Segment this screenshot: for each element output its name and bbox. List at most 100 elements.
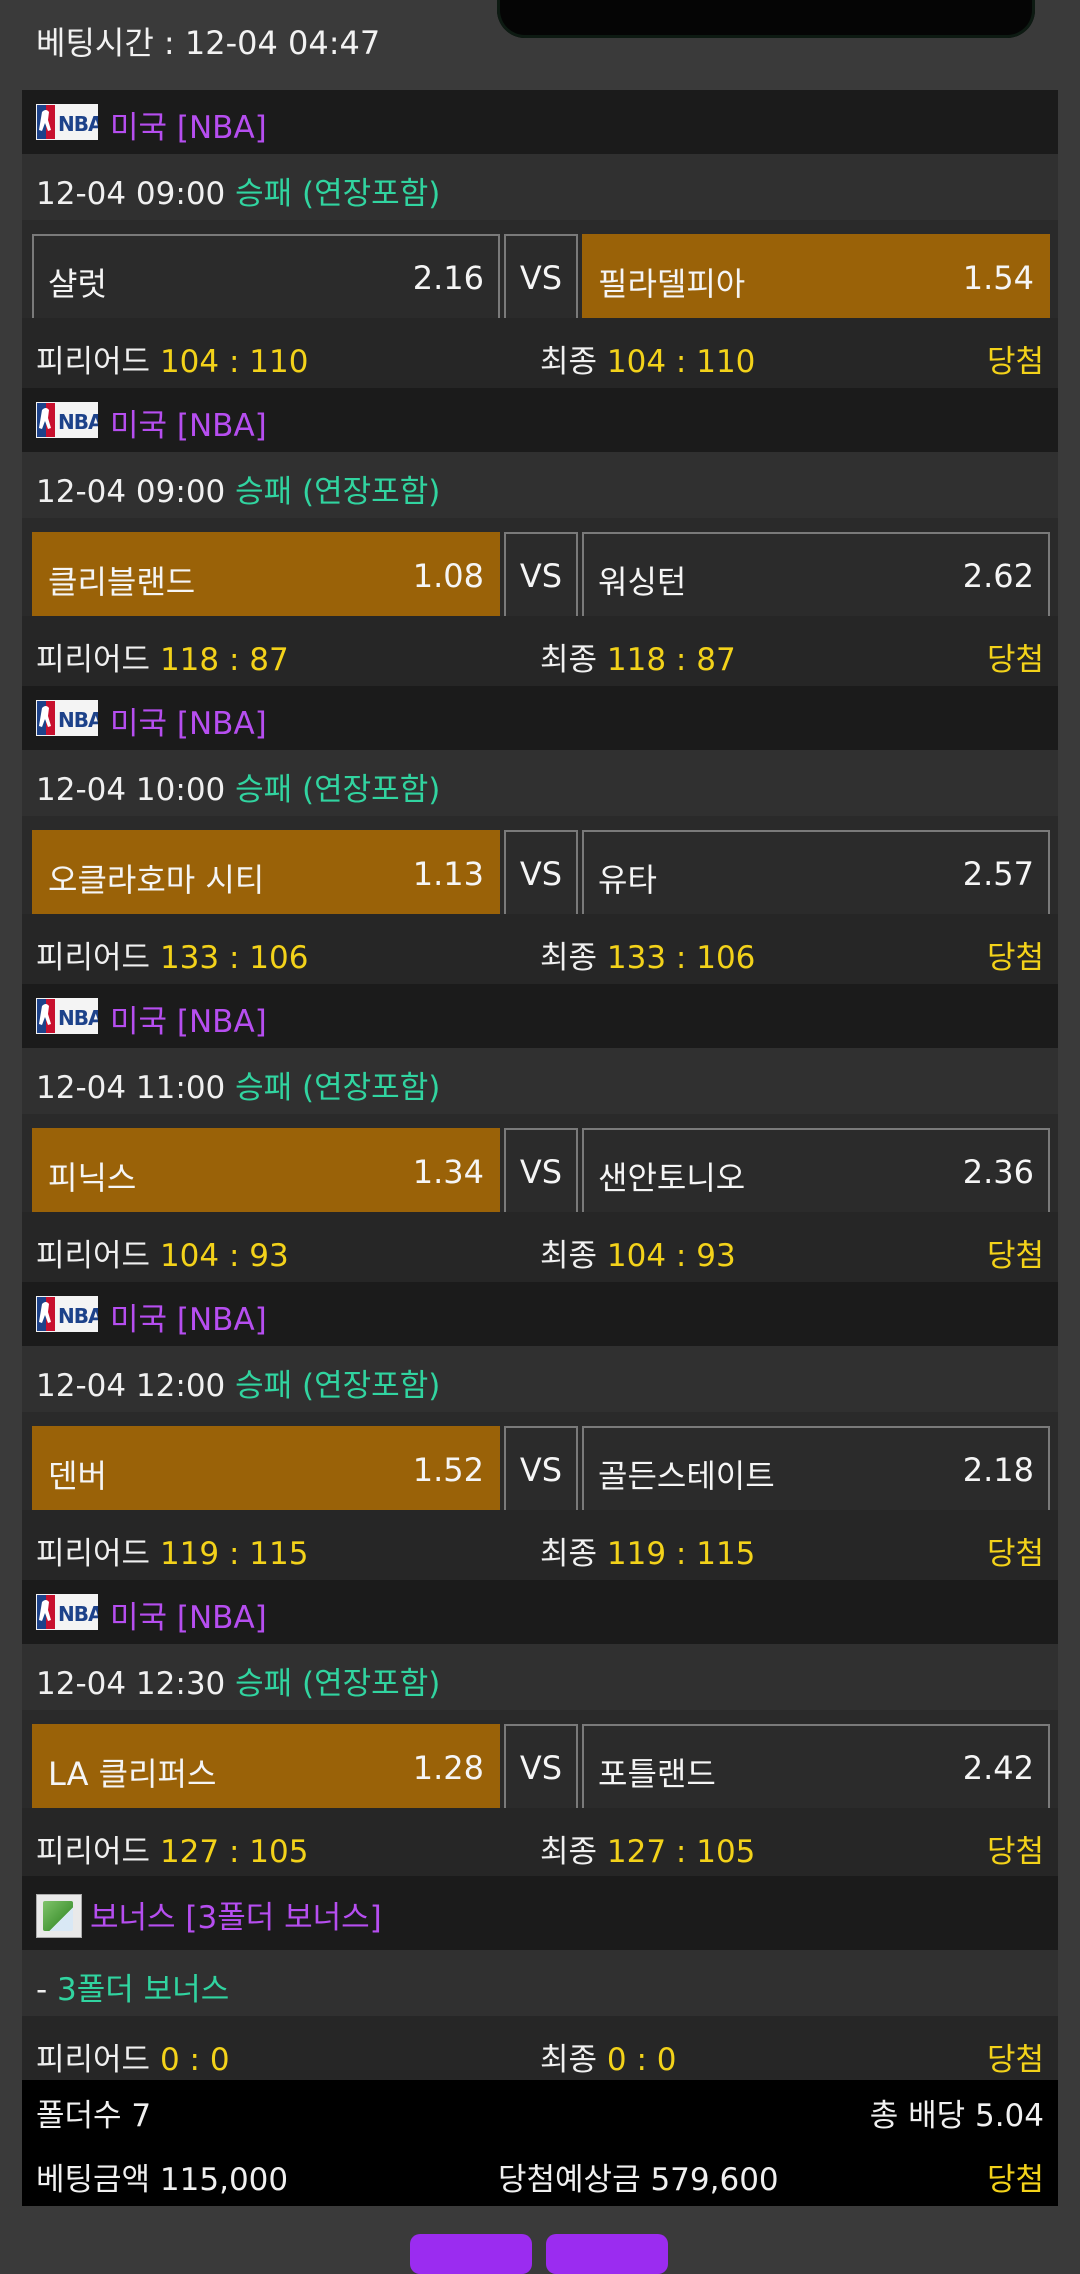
bonus-detail: 3폴더 보너스 (57, 1972, 230, 2008)
action-button-2[interactable] (546, 2234, 668, 2274)
bet-time: 베팅시간 : 12-04 04:47 (36, 24, 381, 62)
vs-button[interactable]: VS (504, 1426, 578, 1512)
top-bar: 베팅시간 : 12-04 04:47 (0, 0, 1080, 90)
final-label: 최종 (540, 642, 598, 678)
match-datetime: 12-04 11:00 (36, 1070, 226, 1106)
vs-button[interactable]: VS (504, 532, 578, 618)
away-team: 워싱턴 (598, 563, 687, 601)
period-label: 피리어드 (36, 344, 151, 380)
odds-row: 오클라호마 시티 1.13 VS 유타 2.57 (22, 816, 1058, 916)
final-label: 최종 (540, 1834, 598, 1870)
period-score: 133 : 106 (159, 940, 309, 976)
away-odds: 2.18 (962, 1451, 1034, 1489)
home-odds-button[interactable]: LA 클리퍼스 1.28 (32, 1724, 500, 1810)
home-odds-button[interactable]: 오클라호마 시티 1.13 (32, 830, 500, 916)
nba-logo-icon: NBA (36, 700, 105, 736)
league-name: 미국 [NBA] (110, 408, 267, 444)
period-score: 119 : 115 (159, 1536, 309, 1572)
period-label: 피리어드 (36, 642, 151, 678)
period-score: 118 : 87 (159, 642, 289, 678)
result-row: 피리어드 104 : 110 최종 104 : 110 당첨 (22, 318, 1058, 388)
period-label: 피리어드 (36, 1536, 151, 1572)
market-type: 승패 (연장포함) (235, 1368, 441, 1404)
home-odds-button[interactable]: 샬럿 2.16 (32, 234, 500, 320)
nba-logo-icon: NBA (36, 1594, 105, 1630)
market-type: 승패 (연장포함) (235, 1666, 441, 1702)
banner-image (497, 0, 1035, 38)
league-row: NBA 미국 [NBA] (22, 686, 1058, 750)
broken-image-icon (36, 1894, 82, 1938)
home-team: 오클라호마 시티 (48, 861, 265, 899)
svg-text:NBA: NBA (58, 410, 98, 434)
away-odds-button[interactable]: 샌안토니오 2.36 (582, 1128, 1050, 1214)
nba-logo-icon: NBA (36, 104, 105, 140)
result-status: 당첨 (986, 1834, 1044, 1870)
bet-summary: 폴더수 7 총 배당 5.04 베팅금액 115,000 당첨예상금 579,6… (22, 2080, 1058, 2206)
svg-text:NBA: NBA (58, 1304, 98, 1328)
home-odds: 1.28 (412, 1749, 484, 1787)
home-odds-button[interactable]: 덴버 1.52 (32, 1426, 500, 1512)
away-odds-button[interactable]: 포틀랜드 2.42 (582, 1724, 1050, 1810)
match-info-row: 12-04 11:00 승패 (연장포함) (22, 1048, 1058, 1114)
vs-button[interactable]: VS (504, 234, 578, 320)
home-team: 클리블랜드 (48, 563, 196, 601)
match-info-row: 12-04 12:30 승패 (연장포함) (22, 1644, 1058, 1710)
nba-logo-icon: NBA (36, 998, 105, 1034)
vs-button[interactable]: VS (504, 1724, 578, 1810)
league-row: NBA 미국 [NBA] (22, 1580, 1058, 1644)
vs-button[interactable]: VS (504, 830, 578, 916)
market-type: 승패 (연장포함) (235, 176, 441, 212)
result-status: 당첨 (986, 344, 1044, 380)
svg-text:NBA: NBA (58, 1602, 98, 1626)
home-odds-button[interactable]: 피닉스 1.34 (32, 1128, 500, 1214)
home-team: LA 클리퍼스 (48, 1755, 217, 1793)
odds-row: 클리블랜드 1.08 VS 워싱턴 2.62 (22, 518, 1058, 618)
away-odds-button[interactable]: 워싱턴 2.62 (582, 532, 1050, 618)
odds-row: 덴버 1.52 VS 골든스테이트 2.18 (22, 1412, 1058, 1512)
result-status: 당첨 (986, 1238, 1044, 1274)
match-info-row: 12-04 09:00 승패 (연장포함) (22, 154, 1058, 220)
home-odds: 1.08 (412, 557, 484, 595)
result-row: 피리어드 127 : 105 최종 127 : 105 당첨 (22, 1808, 1058, 1878)
away-odds: 1.54 (962, 259, 1034, 297)
match-info-row: 12-04 12:00 승패 (연장포함) (22, 1346, 1058, 1412)
bet-amount: 베팅금액 115,000 (36, 2162, 289, 2198)
result-status: 당첨 (986, 642, 1044, 678)
vs-label: VS (519, 1451, 563, 1489)
vs-label: VS (519, 557, 563, 595)
odds-row: 샬럿 2.16 VS 필라델피아 1.54 (22, 220, 1058, 320)
final-label: 최종 (540, 1238, 598, 1274)
result-row: 피리어드 104 : 93 최종 104 : 93 당첨 (22, 1212, 1058, 1282)
svg-text:NBA: NBA (58, 112, 98, 136)
period-score: 0 : 0 (159, 2042, 230, 2078)
league-row: NBA 미국 [NBA] (22, 984, 1058, 1048)
bonus-detail-row: - 3폴더 보너스 (22, 1950, 1058, 2016)
vs-label: VS (519, 1749, 563, 1787)
market-type: 승패 (연장포함) (235, 772, 441, 808)
period-label: 피리어드 (36, 2042, 151, 2078)
period-score: 104 : 110 (159, 344, 309, 380)
final-score: 127 : 105 (606, 1834, 756, 1870)
away-odds-button[interactable]: 유타 2.57 (582, 830, 1050, 916)
final-label: 최종 (540, 344, 598, 380)
action-button-1[interactable] (410, 2234, 532, 2274)
vs-button[interactable]: VS (504, 1128, 578, 1214)
away-odds-button[interactable]: 골든스테이트 2.18 (582, 1426, 1050, 1512)
period-score: 104 : 93 (159, 1238, 289, 1274)
result-status: 당첨 (986, 1536, 1044, 1572)
home-team: 피닉스 (48, 1159, 137, 1197)
away-odds-button[interactable]: 필라델피아 1.54 (582, 234, 1050, 320)
vs-label: VS (519, 855, 563, 893)
bonus-result-row: 피리어드 0 : 0 최종 0 : 0 당첨 (22, 2016, 1058, 2086)
home-odds-button[interactable]: 클리블랜드 1.08 (32, 532, 500, 618)
away-team: 골든스테이트 (598, 1457, 775, 1495)
svg-text:NBA: NBA (58, 708, 98, 732)
home-odds: 1.34 (412, 1153, 484, 1191)
result-row: 피리어드 119 : 115 최종 119 : 115 당첨 (22, 1510, 1058, 1580)
home-team: 샬럿 (48, 265, 107, 303)
period-label: 피리어드 (36, 940, 151, 976)
match-datetime: 12-04 09:00 (36, 474, 226, 510)
final-score: 119 : 115 (606, 1536, 756, 1572)
result-status: 당첨 (986, 2042, 1044, 2078)
home-odds: 1.13 (412, 855, 484, 893)
